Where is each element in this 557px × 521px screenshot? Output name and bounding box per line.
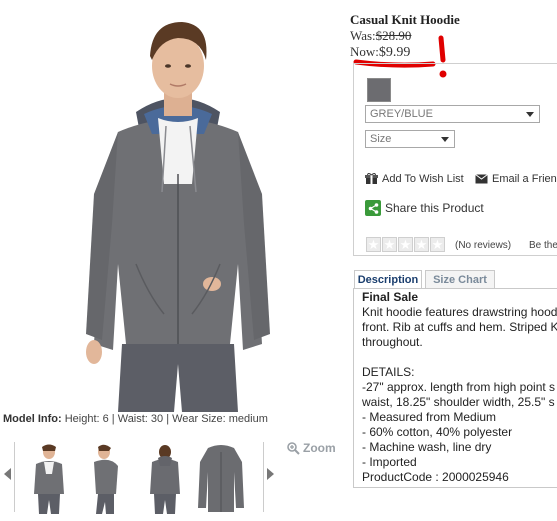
gift-icon bbox=[365, 173, 378, 184]
tab-description[interactable]: Description bbox=[354, 270, 422, 289]
description-line: -27" approx. length from high point s bbox=[362, 380, 556, 394]
thumbnail-front[interactable] bbox=[22, 442, 76, 514]
product-title: Casual Knit Hoodie bbox=[350, 12, 460, 27]
wishlist-label: Add To Wish List bbox=[382, 173, 464, 185]
description-line: DETAILS: bbox=[362, 365, 415, 379]
description-line: - 60% cotton, 40% polyester bbox=[362, 425, 513, 439]
thumbnail-prev-arrow-icon[interactable] bbox=[4, 468, 11, 480]
description-line: ProductCode : 2000025946 bbox=[362, 470, 509, 484]
chevron-down-icon bbox=[441, 137, 449, 142]
model-info-label: Model Info: bbox=[3, 413, 62, 425]
sale-price: $9.99 bbox=[378, 45, 411, 60]
description-line: waist, 18.25" shoulder width, 25.5" s bbox=[362, 395, 555, 409]
share-label: Share this Product bbox=[385, 201, 484, 215]
thumbnail-strip bbox=[0, 440, 278, 514]
thumbnail-back[interactable] bbox=[138, 442, 192, 514]
now-label: Now: bbox=[350, 44, 379, 59]
size-select-value: Size bbox=[370, 133, 392, 145]
add-to-wishlist-link[interactable]: Add To Wish List bbox=[365, 173, 464, 185]
old-price: $28.90 bbox=[375, 28, 412, 43]
zoom-button[interactable]: Zoom bbox=[287, 441, 336, 455]
model-info: Model Info: Height: 6 | Waist: 30 | Wear… bbox=[3, 413, 268, 425]
share-product-link[interactable]: Share this Product bbox=[365, 200, 484, 216]
star-icon[interactable]: ★ bbox=[382, 237, 397, 252]
description-line bbox=[362, 350, 557, 365]
star-rating[interactable]: ★ ★ ★ ★ ★ bbox=[366, 237, 445, 252]
was-price: Was:$28.90 bbox=[350, 28, 411, 44]
tab-size-chart[interactable]: Size Chart bbox=[425, 270, 495, 289]
description-line: - Measured from Medium bbox=[362, 410, 497, 424]
star-icon[interactable]: ★ bbox=[366, 237, 381, 252]
color-swatch[interactable] bbox=[367, 78, 391, 102]
thumbnail-side[interactable] bbox=[80, 442, 134, 514]
was-label: Was: bbox=[350, 28, 376, 43]
description-line: Knit hoodie features drawstring hood bbox=[362, 305, 557, 319]
thumbnail-next-arrow-icon[interactable] bbox=[267, 468, 274, 480]
model-info-text: Height: 6 | Waist: 30 | Wear Size: mediu… bbox=[64, 413, 268, 425]
write-review-link[interactable]: Be the first bbox=[529, 240, 557, 251]
envelope-icon bbox=[475, 174, 488, 184]
description-line: front. Rib at cuffs and hem. Striped K bbox=[362, 320, 557, 334]
product-main-image[interactable] bbox=[78, 14, 278, 412]
magnifier-plus-icon bbox=[287, 441, 300, 455]
now-price: Now:$9.99 bbox=[350, 44, 410, 61]
color-select-value: GREY/BLUE bbox=[370, 108, 433, 120]
description-content: Final Sale Knit hoodie features drawstri… bbox=[362, 290, 557, 485]
description-line: throughout. bbox=[362, 335, 423, 349]
star-icon[interactable]: ★ bbox=[430, 237, 445, 252]
color-select[interactable]: GREY/BLUE bbox=[365, 105, 540, 123]
email-label: Email a Friend bbox=[492, 173, 557, 185]
size-select[interactable]: Size bbox=[365, 130, 455, 148]
description-heading: Final Sale bbox=[362, 290, 419, 304]
chevron-down-icon bbox=[526, 112, 534, 117]
thumbnail-flat[interactable] bbox=[194, 442, 248, 514]
star-icon[interactable]: ★ bbox=[398, 237, 413, 252]
share-icon bbox=[365, 200, 381, 216]
thumbnail-divider bbox=[14, 442, 15, 512]
star-icon[interactable]: ★ bbox=[414, 237, 429, 252]
thumbnail-divider bbox=[263, 442, 264, 512]
description-line: - Machine wash, line dry bbox=[362, 440, 492, 454]
description-line: - Imported bbox=[362, 455, 417, 469]
reviews-count[interactable]: (No reviews) bbox=[455, 240, 511, 251]
email-friend-link[interactable]: Email a Friend bbox=[475, 173, 557, 185]
zoom-label: Zoom bbox=[303, 441, 336, 455]
